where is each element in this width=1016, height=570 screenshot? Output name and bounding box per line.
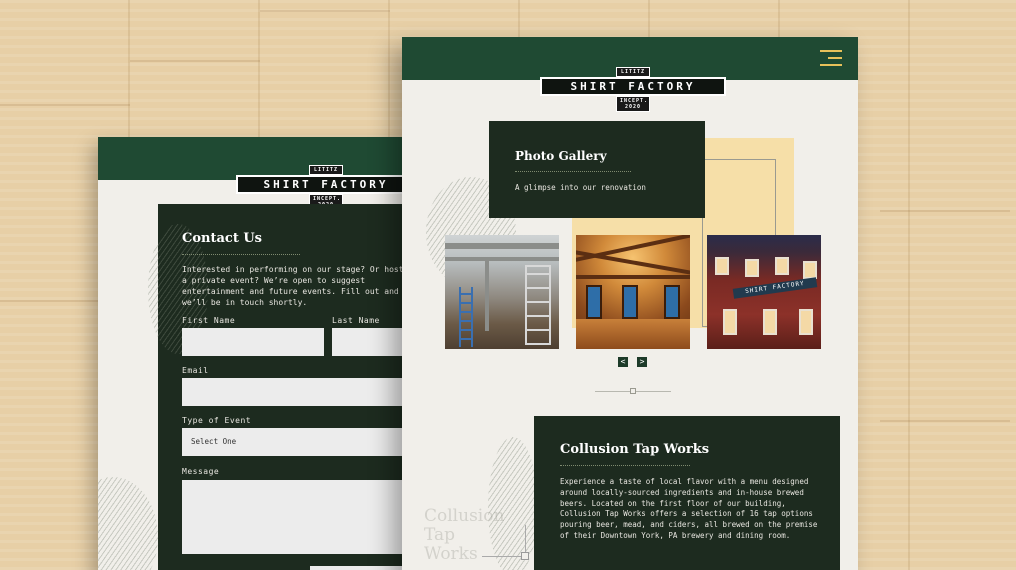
message-textarea[interactable] (182, 480, 408, 554)
wood-joint (0, 300, 98, 302)
gallery-prev-button[interactable]: < (618, 357, 628, 367)
gallery-photo-interior[interactable] (576, 235, 690, 349)
first-name-label: First Name (182, 316, 236, 325)
last-name-label: Last Name (332, 316, 380, 325)
wood-joint (260, 10, 390, 12)
email-field[interactable] (182, 378, 408, 406)
gallery-heading-card: Photo Gallery A glimpse into our renovat… (489, 121, 705, 218)
decorative-frame (482, 525, 529, 560)
wood-joint (130, 60, 260, 62)
logo-top-text: LITITZ (309, 165, 343, 175)
logo-main-text: SHIRT FACTORY (236, 175, 408, 194)
wood-joint (880, 420, 1010, 422)
photo-sign-text: SHIRT FACTORY (732, 277, 818, 299)
event-type-value: Select One (191, 437, 237, 446)
contact-page-mockup: LITITZ SHIRT FACTORY INCEPT. 2020 Contac… (98, 137, 408, 570)
taproom-description: Experience a taste of local flavor with … (560, 477, 818, 540)
gallery-subtitle: A glimpse into our renovation (515, 183, 646, 192)
gallery-page-mockup: LITITZ SHIRT FACTORY INCEPT. 2020 Photo … (402, 37, 858, 570)
contact-title: Contact Us (182, 231, 262, 246)
contact-intro: Interested in performing on our stage? O… (182, 265, 404, 307)
event-type-label: Type of Event (182, 416, 252, 425)
title-divider (560, 465, 690, 466)
gallery-photo-renovation[interactable] (445, 235, 559, 349)
section-divider-dot (630, 388, 636, 394)
gallery-photo-exterior[interactable]: SHIRT FACTORY (707, 235, 821, 349)
submit-button[interactable] (310, 566, 408, 570)
gallery-title: Photo Gallery (515, 149, 607, 163)
logo-bottom-text: INCEPT. 2020 (616, 96, 650, 112)
wood-joint (880, 210, 1010, 212)
logo-top-text: LITITZ (616, 67, 650, 77)
event-type-select[interactable]: Select One (182, 428, 408, 456)
contact-form-card: Contact Us Interested in performing on o… (148, 204, 408, 570)
message-label: Message (182, 467, 220, 476)
logo-main-text: SHIRT FACTORY (540, 77, 726, 96)
decorative-sketch (98, 477, 158, 570)
first-name-field[interactable] (182, 328, 324, 356)
title-divider (515, 171, 631, 172)
taproom-title: Collusion Tap Works (560, 442, 710, 457)
taproom-card: Collusion Tap Works Experience a taste o… (534, 416, 840, 570)
gallery-next-button[interactable]: > (637, 357, 647, 367)
wood-joint (0, 104, 130, 106)
site-logo[interactable]: LITITZ SHIRT FACTORY INCEPT. 2020 (540, 67, 726, 112)
email-label: Email (182, 366, 209, 375)
menu-icon[interactable] (820, 49, 842, 67)
title-divider (182, 254, 300, 255)
last-name-field[interactable] (332, 328, 408, 356)
